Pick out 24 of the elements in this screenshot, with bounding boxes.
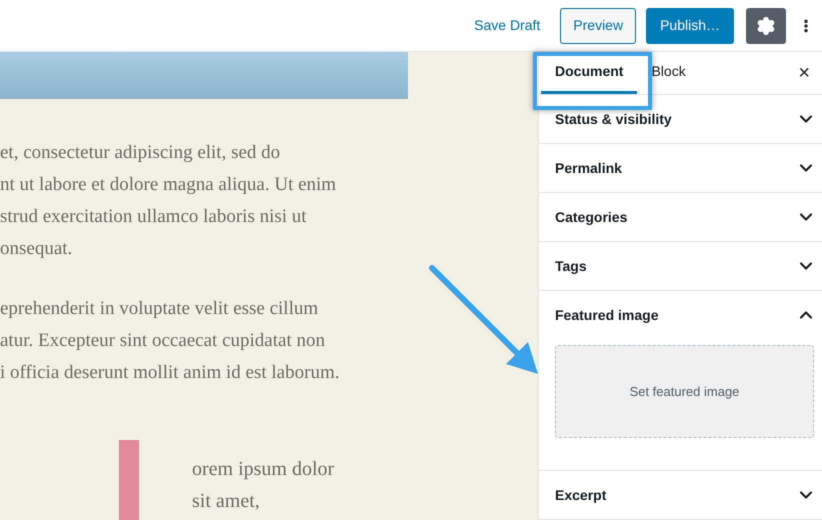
close-button[interactable]: × — [794, 52, 814, 94]
paragraph-line: atur. Excepteur sint occaecat cupidatat non — [0, 329, 325, 353]
paragraph-line: nt ut labore et dolore magna aliqua. Ut enim — [0, 173, 336, 197]
panel-header[interactable]: Excerpt — [539, 471, 822, 519]
paragraph-line: eprehenderit in voluptate velit esse cillum — [0, 297, 318, 321]
paragraph-line: et, consectetur adipiscing elit, sed do — [0, 141, 280, 165]
panel-header[interactable]: Featured image — [539, 291, 822, 339]
preview-button[interactable]: Preview — [560, 8, 636, 44]
quote-line: orem ipsum dolor — [192, 457, 334, 482]
quote-line: sit amet, — [192, 489, 260, 514]
settings-icon — [756, 16, 776, 36]
settings-button[interactable] — [746, 8, 786, 44]
set-featured-image-button[interactable]: Set featured image — [555, 345, 814, 438]
panel-header[interactable]: Tags — [539, 242, 822, 290]
paragraph-line: i officia deserunt mollit anim id est laborum. — [0, 361, 340, 385]
sidebar-tab[interactable]: Block — [637, 52, 700, 94]
sidebar-tab[interactable]: Document — [541, 52, 638, 94]
paragraph-line: strud exercitation ullamco laboris nisi ut — [0, 205, 307, 229]
panel-header[interactable]: Status & visibility — [539, 95, 822, 143]
save-draft-button[interactable]: Save Draft — [474, 15, 540, 36]
panel-header[interactable]: Categories — [539, 193, 822, 241]
panel-header[interactable]: Permalink — [539, 144, 822, 192]
publish-button[interactable]: Publish… — [646, 8, 734, 44]
paragraph-line: onsequat. — [0, 237, 72, 261]
